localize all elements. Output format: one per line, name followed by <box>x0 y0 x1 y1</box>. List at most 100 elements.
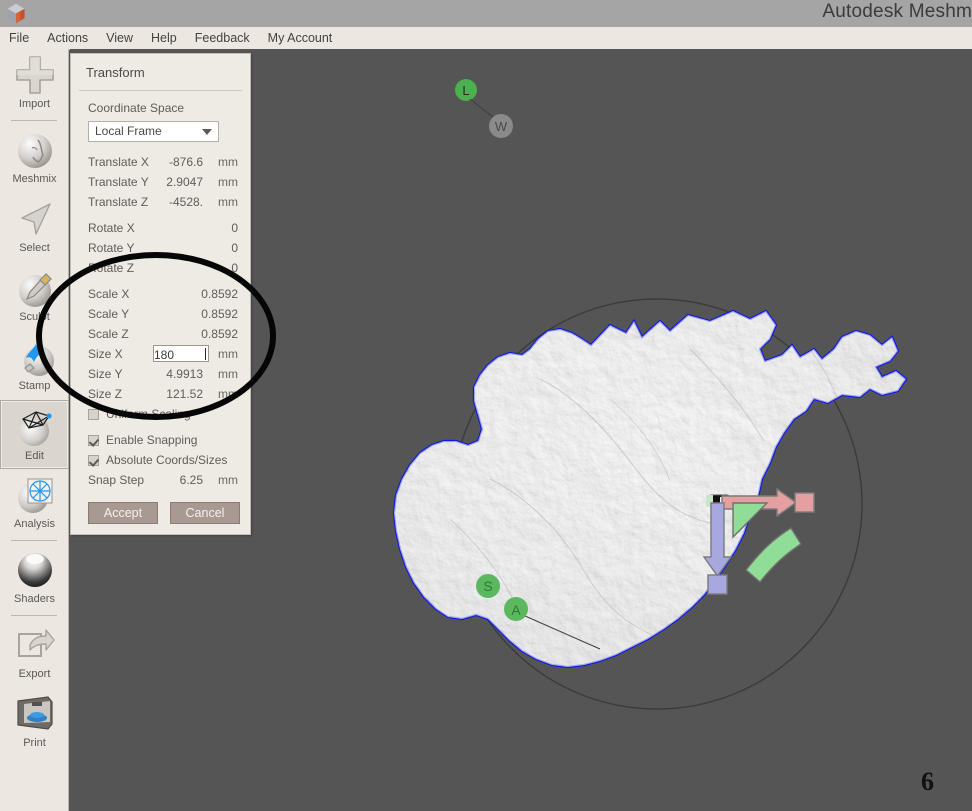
panel-title: Transform <box>86 65 145 80</box>
field-unit: mm <box>218 473 238 487</box>
field-size-x[interactable]: Size X 180 mm <box>71 344 250 364</box>
field-value: 0.8592 <box>201 287 238 301</box>
field-value: 6.25 <box>179 473 203 487</box>
tool-select[interactable]: Select <box>0 193 69 262</box>
field-label: Scale Z <box>88 327 129 341</box>
coordinate-space-label: Coordinate Space <box>88 101 185 115</box>
checkbox-uniform-scaling[interactable]: Uniform Scaling <box>71 404 250 424</box>
tool-export[interactable]: Export <box>0 619 69 688</box>
field-label: Scale X <box>88 287 130 301</box>
tool-analysis[interactable]: Analysis <box>0 469 69 538</box>
gizmo-y-plane-handle[interactable] <box>707 574 728 595</box>
size-x-input-value: 180 <box>154 348 175 362</box>
tool-label-import: Import <box>18 98 51 110</box>
svg-text:W: W <box>495 119 508 134</box>
tool-label-sculpt: Sculpt <box>19 311 50 323</box>
field-size-z[interactable]: Size Z 121.52 mm <box>71 384 250 404</box>
terrain-relief-mesh[interactable] <box>370 299 930 689</box>
field-translate-z[interactable]: Translate Z -4528. mm <box>71 192 250 212</box>
menu-item-file[interactable]: File <box>0 27 38 49</box>
tool-label-analysis: Analysis <box>14 518 55 530</box>
tool-label-print: Print <box>23 737 46 749</box>
accept-button[interactable]: Accept <box>88 502 158 524</box>
checkbox-box[interactable] <box>88 454 99 466</box>
panel-divider <box>79 90 242 91</box>
tool-edit[interactable]: Edit <box>0 400 69 469</box>
svg-text:S: S <box>483 578 492 594</box>
transform-panel: Transform Coordinate Space Local Frame T… <box>70 53 251 535</box>
field-translate-y[interactable]: Translate Y 2.9047 mm <box>71 172 250 192</box>
tool-label-meshmix: Meshmix <box>12 173 57 185</box>
checkbox-label: Absolute Coords/Sizes <box>106 453 228 467</box>
tool-print[interactable]: Print <box>0 688 69 757</box>
tool-rail: Import Meshmix Select Sculpt Stamp Edit … <box>0 49 69 811</box>
checkbox-box[interactable] <box>88 434 99 446</box>
field-unit: mm <box>218 347 238 361</box>
field-unit: mm <box>218 367 238 381</box>
field-unit: mm <box>218 175 238 189</box>
tool-meshmix[interactable]: Meshmix <box>0 124 69 193</box>
checkbox-absolute-coords[interactable]: Absolute Coords/Sizes <box>71 450 250 470</box>
menu-item-my-account[interactable]: My Account <box>259 27 342 49</box>
tool-label-select: Select <box>19 242 50 254</box>
gizmo-xy-plane-handle[interactable] <box>732 502 769 539</box>
menu-item-actions[interactable]: Actions <box>38 27 97 49</box>
page-number-annotation: 6 <box>921 767 934 796</box>
field-rotate-z[interactable]: Rotate Z 0 <box>71 258 250 278</box>
rail-separator-1 <box>11 120 57 121</box>
cursor-arrow-icon <box>20 203 51 235</box>
field-unit: mm <box>218 155 238 169</box>
checkbox-label: Enable Snapping <box>106 433 198 447</box>
field-snap-step[interactable]: Snap Step 6.25 mm <box>71 470 250 490</box>
field-rotate-x[interactable]: Rotate X 0 <box>71 218 250 238</box>
svg-text:A: A <box>511 602 521 618</box>
field-scale-y[interactable]: Scale Y 0.8592 <box>71 304 250 324</box>
tool-import[interactable]: Import <box>0 49 69 118</box>
field-value: 0 <box>231 261 238 275</box>
checkbox-enable-snapping[interactable]: Enable Snapping <box>71 430 250 450</box>
field-size-y[interactable]: Size Y 4.9913 mm <box>71 364 250 384</box>
export-arrow-icon <box>17 629 55 657</box>
marker-S[interactable]: S <box>476 574 500 598</box>
field-unit: mm <box>218 387 238 401</box>
printer-3d-icon <box>16 696 53 730</box>
svg-text:L: L <box>462 83 469 98</box>
field-label: Size X <box>88 347 123 361</box>
tool-sculpt[interactable]: Sculpt <box>0 262 69 331</box>
field-rotate-y[interactable]: Rotate Y 0 <box>71 238 250 258</box>
menu-item-help[interactable]: Help <box>142 27 186 49</box>
checkbox-box[interactable] <box>88 408 99 420</box>
transform-gizmo[interactable] <box>702 487 815 595</box>
field-label: Rotate Z <box>88 261 135 275</box>
menu-item-feedback[interactable]: Feedback <box>186 27 259 49</box>
marker-L[interactable]: L <box>455 79 477 101</box>
field-label: Translate X <box>88 155 149 169</box>
chevron-down-icon <box>202 129 212 135</box>
checkbox-label: Uniform Scaling <box>106 407 191 421</box>
field-scale-x[interactable]: Scale X 0.8592 <box>71 284 250 304</box>
tool-shaders[interactable]: Shaders <box>0 544 69 613</box>
field-translate-x[interactable]: Translate X -876.6 mm <box>71 152 250 172</box>
gizmo-x-plane-handle[interactable] <box>794 492 815 513</box>
field-label: Translate Z <box>88 195 149 209</box>
menu-item-view[interactable]: View <box>97 27 142 49</box>
field-scale-z[interactable]: Scale Z 0.8592 <box>71 324 250 344</box>
field-label: Size Y <box>88 367 123 381</box>
stamp-icon <box>23 344 54 376</box>
cancel-button[interactable]: Cancel <box>170 502 240 524</box>
marker-W[interactable]: W <box>469 98 513 138</box>
field-value: 121.52 <box>166 387 203 401</box>
rail-separator-3 <box>11 615 57 616</box>
coordinate-space-select[interactable]: Local Frame <box>88 121 219 142</box>
text-caret <box>205 348 206 360</box>
field-label: Rotate Y <box>88 241 135 255</box>
tool-label-export: Export <box>18 668 51 680</box>
field-value: 0 <box>231 241 238 255</box>
meshmixer-cube-icon <box>7 3 25 24</box>
shader-sphere-icon <box>17 553 52 587</box>
size-x-input[interactable]: 180 <box>153 345 209 362</box>
gizmo-rotate-handle[interactable] <box>745 527 802 584</box>
tool-stamp[interactable]: Stamp <box>0 331 69 400</box>
field-value: -4528. <box>168 195 203 209</box>
